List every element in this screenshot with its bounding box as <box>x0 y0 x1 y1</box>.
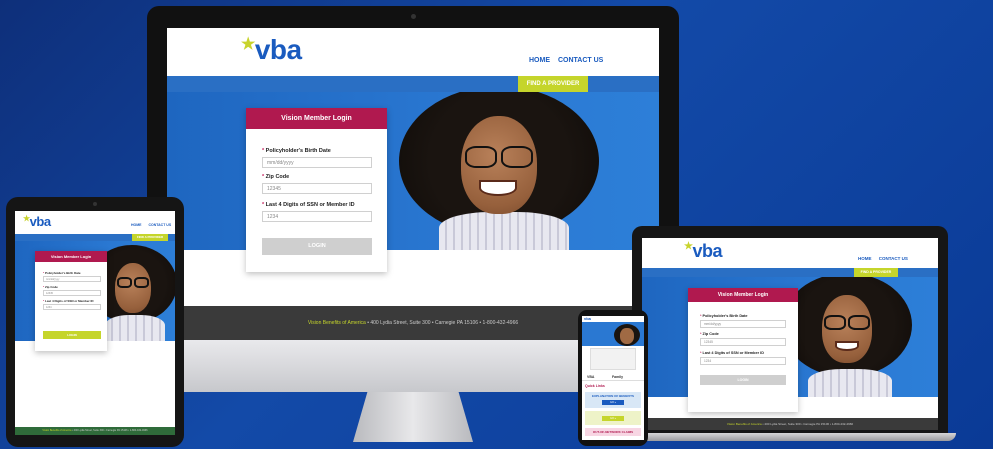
laptop-footer: Vision Benefits of America • 400 Lydia S… <box>642 418 938 430</box>
login-card-title: Vision Member Login <box>246 108 387 129</box>
laptop-nav-home-link[interactable]: HOME <box>858 256 872 261</box>
ssn-label: Last 4 Digits of SSN or Member ID <box>265 202 355 208</box>
vba-logo[interactable]: ★vba <box>241 34 302 66</box>
tablet-zip-input[interactable]: 12345 <box>43 290 101 296</box>
tablet-ssn-input[interactable]: 1234 <box>43 304 101 310</box>
woman-photo <box>399 92 599 250</box>
laptop-device: ★vba HOME CONTACT US FIND A PROVIDER Vis… <box>626 226 956 444</box>
phone-screen: vba VBA Family Quick Links EXPLANATION O… <box>582 316 644 440</box>
tablet-nav-contact-link[interactable]: CONTACT US <box>148 223 171 227</box>
laptop-find-provider-button[interactable]: FIND A PROVIDER <box>854 268 898 277</box>
birth-date-label: Policyholder's Birth Date <box>265 148 331 154</box>
imac-camera <box>411 14 416 19</box>
phone-eob-button[interactable]: GO » <box>602 400 624 405</box>
laptop-screen: ★vba HOME CONTACT US FIND A PROVIDER Vis… <box>642 238 938 430</box>
laptop-vba-logo[interactable]: ★vba <box>684 241 722 262</box>
footer-address: • 400 Lydia Street, Suite 300 • Carnegie… <box>367 320 519 326</box>
phone-tab-vba[interactable]: VBA <box>587 375 594 379</box>
tablet-birth-date-input[interactable]: mm/dd/yyyy <box>43 276 101 282</box>
tablet-find-provider-button[interactable]: FIND A PROVIDER <box>132 234 168 241</box>
laptop-login-card: Vision Member Login * Policyholder's Bir… <box>688 288 798 412</box>
laptop-nav-contact-link[interactable]: CONTACT US <box>879 256 908 261</box>
tablet-camera <box>93 202 97 206</box>
nav-contact-link[interactable]: CONTACT US <box>558 57 603 64</box>
phone-device: vba VBA Family Quick Links EXPLANATION O… <box>578 310 648 446</box>
laptop-birth-date-input[interactable]: mm/dd/yyyy <box>700 320 786 328</box>
laptop-login-button[interactable]: LOGIN <box>700 375 786 385</box>
phone-eob-panel: EXPLANATION OF BENEFITS GO » <box>585 392 641 408</box>
logo-star-icon: ★ <box>241 36 255 53</box>
tablet-login-button[interactable]: LOGIN <box>43 331 101 339</box>
tablet-nav-home-link[interactable]: HOME <box>131 223 142 227</box>
tablet-screen: ★vba HOME CONTACT US FIND A PROVIDER Vis… <box>15 211 175 435</box>
phone-oon-claims-button[interactable]: OUT-OF-NETWORK CLAIMS <box>585 428 641 436</box>
imac-screen: ★vba HOME CONTACT US FIND A PROVIDER Vis… <box>167 28 659 340</box>
site-header: ★vba HOME CONTACT US <box>167 28 659 76</box>
ssn-input[interactable]: 1234 <box>262 211 372 222</box>
find-provider-button[interactable]: FIND A PROVIDER <box>518 76 588 92</box>
phone-tab-family[interactable]: Family <box>612 375 623 379</box>
phone-logo[interactable]: vba <box>584 316 591 321</box>
tablet-vba-logo[interactable]: ★vba <box>23 214 51 229</box>
zip-input[interactable]: 12345 <box>262 183 372 194</box>
phone-eob-title: EXPLANATION OF BENEFITS <box>592 394 634 398</box>
zip-label: Zip Code <box>265 174 290 180</box>
phone-login-area <box>590 348 636 370</box>
tablet-login-card: Vision Member Login * Policyholder's Bir… <box>35 251 107 351</box>
imac-chin <box>183 340 643 392</box>
phone-quick-links: Quick Links <box>585 384 605 388</box>
login-card: Vision Member Login * Policyholder's Bir… <box>246 108 387 272</box>
laptop-zip-input[interactable]: 12345 <box>700 338 786 346</box>
hero-banner <box>167 92 659 250</box>
birth-date-input[interactable]: mm/dd/yyyy <box>262 157 372 168</box>
laptop-ssn-input[interactable]: 1234 <box>700 357 786 365</box>
imac-stand <box>353 392 473 442</box>
main-nav: HOME CONTACT US <box>523 57 603 64</box>
login-button[interactable]: LOGIN <box>262 238 372 255</box>
footer-brand[interactable]: Vision Benefits of America <box>308 320 366 326</box>
tablet-footer: Vision Benefits of America • 400 Lydia S… <box>15 427 175 435</box>
nav-home-link[interactable]: HOME <box>529 57 550 64</box>
laptop-base <box>626 433 956 441</box>
phone-claims-panel: GO » <box>585 411 641 425</box>
tablet-device: ★vba HOME CONTACT US FIND A PROVIDER Vis… <box>6 197 184 447</box>
phone-claims-button[interactable]: GO » <box>602 416 624 421</box>
